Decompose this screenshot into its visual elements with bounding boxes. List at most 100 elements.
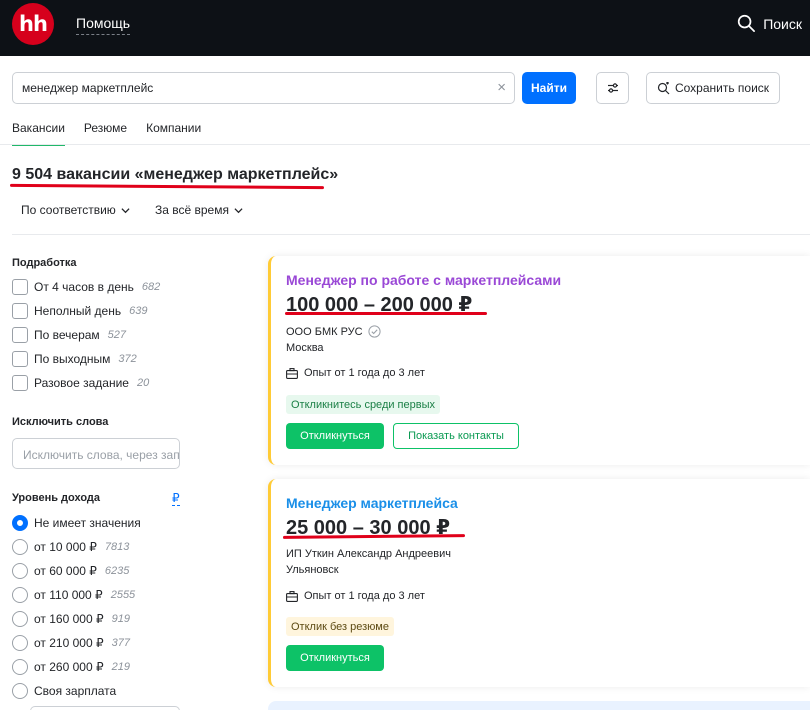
side-job-title: Подработка (12, 257, 77, 269)
option-count: 7813 (104, 541, 130, 553)
radio[interactable] (12, 683, 28, 699)
option-label: Разовое задание (34, 376, 129, 390)
respond-button[interactable]: Откликнуться (286, 423, 384, 449)
vacancy-city: Ульяновск (286, 564, 339, 576)
vacancy-company[interactable]: ООО БМК РУС (286, 325, 381, 338)
save-search-icon (657, 81, 670, 94)
option-label: от 260 000 ₽ (34, 660, 104, 674)
results-count-heading: 9 504 вакансии «менеджер маркетплейс» (12, 166, 339, 183)
option-label: Не имеет значения (34, 516, 141, 530)
checkbox[interactable] (12, 279, 28, 295)
clear-icon[interactable]: × (497, 79, 506, 96)
company-name: ООО БМК РУС (286, 325, 363, 338)
income-option[interactable]: Не имеет значения (12, 515, 141, 531)
search-link[interactable]: Поиск (737, 14, 802, 33)
checkbox[interactable] (12, 351, 28, 367)
find-button[interactable]: Найти (522, 72, 576, 104)
income-option[interactable]: от 260 000 ₽ 219 (12, 659, 130, 675)
tabs-divider (0, 144, 810, 145)
radio-selected[interactable] (12, 515, 28, 531)
search-input[interactable]: менеджер маркетплейс × (12, 72, 515, 104)
radio[interactable] (12, 563, 28, 579)
vacancy-experience: Опыт от 1 года до 3 лет (286, 367, 425, 379)
next-vacancy-card (268, 701, 810, 710)
income-option[interactable]: от 10 000 ₽ 7813 (12, 539, 129, 555)
tab-resumes[interactable]: Резюме (84, 121, 127, 146)
option-count: 372 (118, 353, 137, 365)
sort-relevance-dropdown[interactable]: По соответствию (21, 203, 130, 217)
radio[interactable] (12, 539, 28, 555)
tab-companies[interactable]: Компании (146, 121, 201, 146)
no-resume-badge: Отклик без резюме (286, 617, 394, 636)
vacancy-experience: Опыт от 1 года до 3 лет (286, 590, 425, 602)
vacancy-title-link[interactable]: Менеджер маркетплейса (286, 495, 458, 511)
experience-label: Опыт от 1 года до 3 лет (304, 590, 425, 602)
advanced-filter-button[interactable] (596, 72, 629, 104)
exclude-words-input[interactable]: Исключить слова, через запятую (12, 438, 180, 469)
sort-period-dropdown[interactable]: За всё время (155, 203, 243, 217)
option-label: От 4 часов в день (34, 280, 134, 294)
tab-vacancies[interactable]: Вакансии (12, 121, 65, 146)
vacancy-title-link[interactable]: Менеджер по работе с маркетплейсами (286, 272, 561, 288)
checkbox[interactable] (12, 375, 28, 391)
radio[interactable] (12, 635, 28, 651)
hh-logo[interactable]: hh (12, 3, 54, 45)
option-label: от 110 000 ₽ (34, 588, 103, 602)
side-job-option[interactable]: По выходным 372 (12, 351, 137, 367)
briefcase-icon (286, 590, 298, 602)
briefcase-icon (286, 367, 298, 379)
sort-period-label: За всё время (155, 203, 229, 217)
option-count: 682 (141, 281, 161, 293)
experience-label: Опыт от 1 года до 3 лет (304, 367, 425, 379)
top-navbar: hh Помощь Поиск (0, 0, 810, 56)
option-label: от 60 000 ₽ (34, 564, 97, 578)
show-contacts-button[interactable]: Показать контакты (393, 423, 519, 449)
option-count: 2555 (110, 589, 136, 601)
search-icon (738, 14, 756, 32)
vacancy-card: Менеджер по работе с маркетплейсами 100 … (268, 256, 810, 465)
side-job-option[interactable]: Неполный день 639 (12, 303, 147, 319)
income-option[interactable]: от 60 000 ₽ 6235 (12, 563, 129, 579)
income-option[interactable]: от 160 000 ₽ 919 (12, 611, 130, 627)
option-count: 527 (107, 329, 127, 341)
respond-button[interactable]: Откликнуться (286, 645, 384, 671)
option-label: Неполный день (34, 304, 122, 318)
income-title: Уровень дохода (12, 492, 101, 504)
income-option[interactable]: Своя зарплата (12, 683, 116, 699)
side-job-option[interactable]: Разовое задание 20 (12, 375, 149, 391)
respond-first-badge: Откликнитесь среди первых (286, 395, 440, 414)
save-search-button[interactable]: Сохранить поиск (646, 72, 780, 104)
checkbox[interactable] (12, 303, 28, 319)
option-label: По вечерам (34, 328, 100, 342)
verified-check-icon (368, 325, 381, 338)
option-label: от 160 000 ₽ (34, 612, 104, 626)
sliders-icon (607, 83, 618, 93)
search-type-tabs: Вакансии Резюме Компании (12, 121, 201, 146)
save-search-label: Сохранить поиск (674, 81, 770, 95)
sort-relevance-label: По соответствию (21, 203, 116, 217)
company-name: ИП Уткин Александр Андреевич (286, 548, 451, 560)
side-job-option[interactable]: По вечерам 527 (12, 327, 126, 343)
currency-toggle[interactable]: ₽ (172, 491, 180, 506)
vacancy-card: Менеджер маркетплейса 25 000 – 30 000 ₽ … (268, 479, 810, 687)
chevron-down-icon (121, 207, 130, 213)
help-link[interactable]: Помощь (76, 15, 131, 35)
radio[interactable] (12, 587, 28, 603)
option-label: от 210 000 ₽ (34, 636, 104, 650)
checkbox[interactable] (12, 327, 28, 343)
side-job-option[interactable]: От 4 часов в день 682 (12, 279, 160, 295)
option-count: 20 (136, 377, 150, 389)
vacancy-company[interactable]: ИП Уткин Александр Андреевич (286, 548, 451, 560)
radio[interactable] (12, 659, 28, 675)
option-count: 639 (129, 305, 148, 317)
income-option[interactable]: от 210 000 ₽ 377 (12, 635, 130, 651)
radio[interactable] (12, 611, 28, 627)
exclude-words-title: Исключить слова (12, 416, 109, 428)
search-link-label: Поиск (763, 15, 802, 32)
income-option[interactable]: от 110 000 ₽ 2555 (12, 587, 135, 603)
custom-salary-input[interactable] (30, 706, 180, 710)
annotation-underline (9, 183, 325, 190)
chevron-down-icon (234, 207, 243, 213)
option-label: от 10 000 ₽ (34, 540, 97, 554)
annotation-underline (285, 312, 487, 315)
